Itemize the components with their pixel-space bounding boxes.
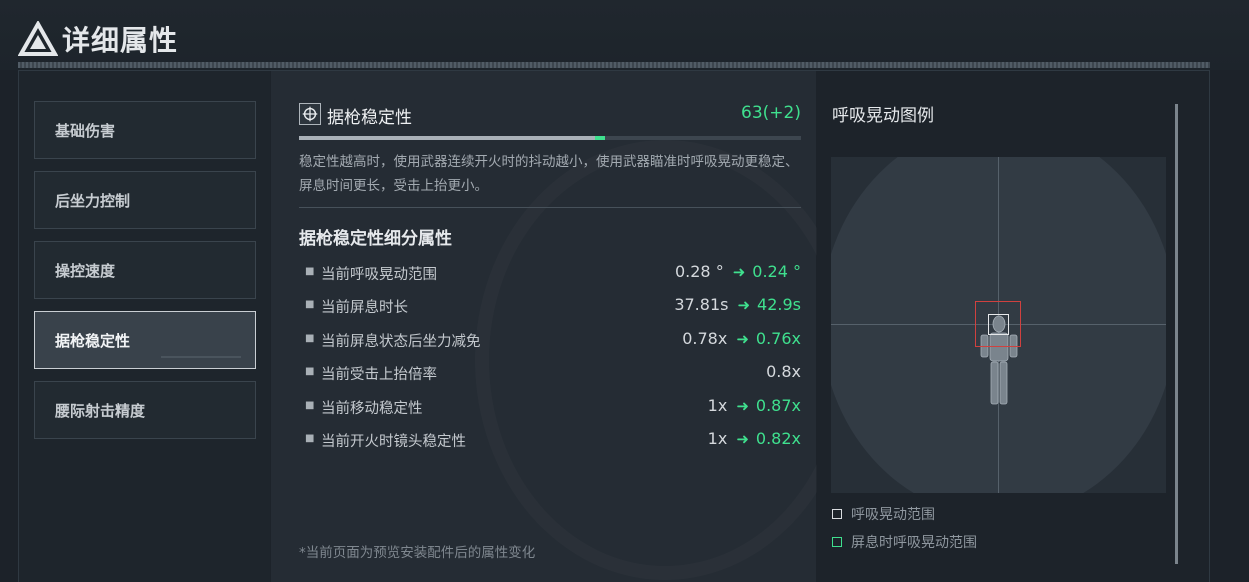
nav-item-recoil-control[interactable]: 后坐力控制 [34,171,256,229]
preview-footnote: *当前页面为预览安装配件后的属性变化 [299,545,536,561]
legend-label: 呼吸晃动范围 [851,507,935,523]
attribute-row: ■ 当前屏息时长 37.81s ➜ 42.9s [299,295,801,319]
legend-swatch [832,537,842,547]
bullet-icon: ■ [305,366,315,377]
attribute-label: 当前开火时镜头稳定性 [321,434,466,450]
legend-label: 屏息时呼吸晃动范围 [851,535,977,551]
legend-item-hold-breath-sway-range: 屏息时呼吸晃动范围 [832,532,977,552]
stat-value: 63(+2) [741,103,801,123]
section-divider [299,207,801,208]
attribute-current: 1x [707,396,728,415]
scope-preview [831,157,1166,493]
attribute-label: 当前移动稳定性 [321,401,423,417]
stat-name: 据枪稳定性 [327,108,412,128]
triangle-logo-icon [18,21,58,56]
bullet-icon: ■ [305,433,315,444]
arrow-right-icon: ➜ [736,429,749,448]
attribute-new: 0.76x [755,329,801,348]
background-emblem [475,140,855,580]
attribute-label: 当前受击上抬倍率 [321,367,437,383]
nav-item-handling-speed[interactable]: 操控速度 [34,241,256,299]
sub-section-title: 据枪稳定性细分属性 [299,229,452,249]
attribute-values: 0.8x [766,362,801,381]
attribute-new: 0.24 ° [752,262,801,281]
stat-bar-gain [595,136,606,140]
legend-scrollbar[interactable] [1175,104,1178,564]
stat-description: 稳定性越高时，使用武器连续开火时的抖动越小，使用武器瞄准时呼吸晃动更稳定、屏息时… [299,154,799,194]
legend-title: 呼吸晃动图例 [832,106,934,126]
attribute-new: 0.87x [755,396,801,415]
attribute-label: 当前屏息时长 [321,300,408,316]
attribute-new: 0.82x [755,429,801,448]
attribute-values: 37.81s ➜ 42.9s [674,295,801,314]
bullet-icon: ■ [305,266,315,277]
arrow-right-icon: ➜ [736,396,749,415]
crosshair-icon [299,103,321,125]
attribute-values: 1x ➜ 0.87x [708,396,801,415]
attribute-row: ■ 当前开火时镜头稳定性 1x ➜ 0.82x [299,429,801,453]
attribute-current: 0.28 ° [674,262,724,281]
attribute-row: ■ 当前屏息状态后坐力减免 0.78x ➜ 0.76x [299,329,801,353]
arrow-right-icon: ➜ [736,329,749,348]
arrow-right-icon: ➜ [732,262,746,281]
nav-item-base-damage[interactable]: 基础伤害 [34,101,256,159]
bullet-icon: ■ [305,333,315,344]
attribute-row: ■ 当前呼吸晃动范围 0.28 ° ➜ 0.24 ° [299,262,801,286]
stat-progress-bar [299,136,801,140]
attribute-row: ■ 当前移动稳定性 1x ➜ 0.87x [299,396,801,420]
attribute-current: 0.8x [766,362,801,381]
nav-item-hipfire-accuracy[interactable]: 腰际射击精度 [34,381,256,439]
attribute-row: ■ 当前受击上抬倍率 0.8x [299,362,801,386]
header-background [0,0,1249,70]
header-divider [18,62,1210,68]
attribute-label: 当前呼吸晃动范围 [321,267,437,283]
bullet-icon: ■ [305,299,315,310]
page-title: 详细属性 [62,24,179,57]
page-header: 详细属性 [18,18,178,60]
arrow-right-icon: ➜ [737,295,751,314]
attribute-current: 37.81s [674,295,729,314]
attribute-current: 1x [707,429,728,448]
legend-swatch [832,509,842,519]
stat-header: 据枪稳定性 63(+2) [299,101,801,129]
sway-range-marker [988,314,1009,335]
attribute-values: 1x ➜ 0.82x [708,429,801,448]
attribute-new: 42.9s [757,295,801,314]
legend-item-sway-range: 呼吸晃动范围 [832,504,935,524]
attribute-current: 0.78x [682,329,728,348]
attribute-label: 当前屏息状态后坐力减免 [321,334,481,350]
attribute-values: 0.28 ° ➜ 0.24 ° [675,262,801,281]
attribute-values: 0.78x ➜ 0.76x [682,329,801,348]
nav-item-aim-stability[interactable]: 据枪稳定性 [34,311,256,369]
bullet-icon: ■ [305,400,315,411]
stat-bar-base [299,136,596,140]
